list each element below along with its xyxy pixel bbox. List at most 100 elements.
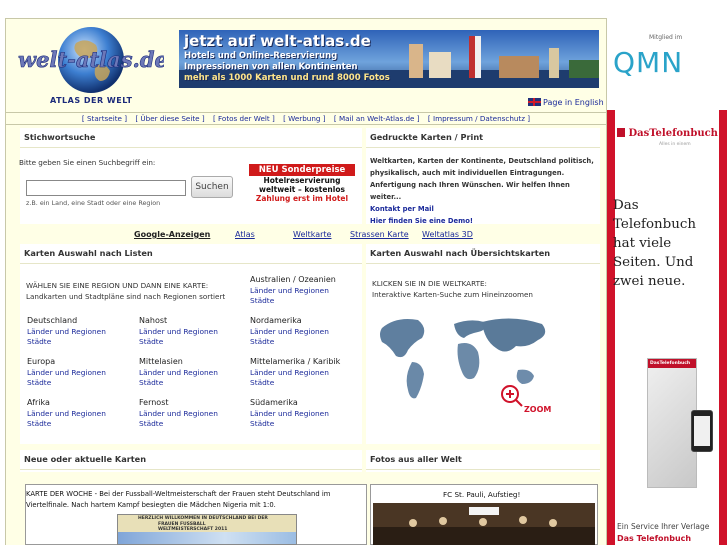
region-suedamerika: Südamerika Länder und Regionen Städte (250, 398, 329, 430)
region-staedte-link[interactable]: Städte (139, 419, 218, 430)
worldmap-intro-heading: KLICKEN SIE IN DIE WELTKARTE: (372, 279, 487, 288)
region-name: Südamerika (250, 398, 298, 407)
region-afrika: Afrika Länder und Regionen Städte (27, 398, 106, 430)
region-staedte-link[interactable]: Städte (250, 296, 336, 307)
header: welt-atlas.de ATLAS DER WELT jetzt auf w… (6, 19, 606, 111)
region-name: Mittelamerika / Karibik (250, 357, 341, 366)
ad-border-left (607, 110, 615, 545)
lists-intro: WÄHLEN SIE EINE REGION UND DANN EINE KAR… (26, 281, 225, 302)
region-staedte-link[interactable]: Städte (250, 419, 329, 430)
region-name: Europa (27, 357, 56, 366)
promo-tag: NEU Sonderpreise (249, 164, 355, 176)
search-input[interactable] (26, 180, 186, 196)
smartphone-screen (694, 416, 710, 446)
region-fernost: Fernost Länder und Regionen Städte (139, 398, 218, 430)
region-staedte-link[interactable]: Städte (27, 419, 106, 430)
tab-weltatlas-3d[interactable]: Weltatlas 3D (422, 230, 473, 239)
region-laender-link[interactable]: Länder und Regionen (250, 327, 329, 338)
banner-headline: jetzt auf welt-atlas.de (184, 32, 371, 50)
nav-werbung[interactable]: [ Werbung ] (283, 114, 325, 123)
promo-line-weltweit: weltweit – kostenlos (259, 185, 345, 194)
promo-line-zahlung: Zahlung erst im Hotel (255, 194, 349, 203)
ad-border-right (719, 110, 727, 545)
nav-impressum[interactable]: [ Impressum / Datenschutz ] (428, 114, 530, 123)
karte-der-woche-image[interactable]: HERZLICH WILLKOMMEN IN DEUTSCHLAND BEI D… (117, 514, 297, 545)
photo-caption: FC St. Pauli, Aufstieg! (443, 490, 521, 499)
region-laender-link[interactable]: Länder und Regionen (27, 368, 106, 379)
print-text: Weltkarten, Karten der Kontinente, Deuts… (370, 157, 594, 201)
search-hint: z.B. ein Land, eine Stadt oder eine Regi… (26, 199, 161, 207)
lists-intro-text: Landkarten und Stadtpläne sind nach Regi… (26, 291, 226, 301)
region-laender-link[interactable]: Länder und Regionen (139, 368, 218, 379)
telefonbuch-book-image: DasTelefonbuch (647, 358, 697, 488)
region-laender-link[interactable]: Länder und Regionen (27, 327, 106, 338)
region-europa: Europa Länder und Regionen Städte (27, 357, 106, 389)
region-staedte-link[interactable]: Städte (250, 337, 329, 348)
logo-subtitle: ATLAS DER WELT (50, 96, 133, 105)
news-section-title: Neue oder aktuelle Karten (20, 450, 362, 470)
region-staedte-link[interactable]: Städte (27, 378, 106, 389)
interactive-world-map[interactable]: ZOOM (372, 306, 562, 414)
logo-text: welt-atlas.de (18, 47, 164, 72)
member-label: Mitglied im (649, 34, 683, 41)
region-laender-link[interactable]: Länder und Regionen (250, 368, 340, 379)
tab-atlas[interactable]: Atlas (235, 230, 255, 239)
region-laender-link[interactable]: Länder und Regionen (250, 286, 336, 297)
tab-google-anzeigen[interactable]: Google-Anzeigen (134, 230, 210, 239)
fc-st-pauli-photo[interactable] (373, 503, 595, 545)
news-section: Neue oder aktuelle Karten (20, 450, 362, 472)
book-title: DasTelefonbuch (648, 359, 696, 368)
ad-content: DasTelefonbuch Alles in einem Das Telefo… (613, 110, 719, 545)
region-staedte-link[interactable]: Städte (27, 337, 106, 348)
banner-line-impressions: Impressionen von allen Kontinenten (184, 62, 358, 72)
qmn-member-ad[interactable]: Mitglied im QMN (607, 0, 727, 108)
telefonbuch-logo-icon (617, 128, 625, 137)
telefonbuch-headline: Das Telefonbuch hat viele Seiten. Und zw… (613, 198, 696, 289)
region-laender-link[interactable]: Länder und Regionen (250, 409, 329, 420)
region-laender-link[interactable]: Länder und Regionen (139, 409, 218, 420)
region-staedte-link[interactable]: Städte (139, 378, 218, 389)
google-tabs: Google-Anzeigen Atlas Weltkarte Strassen… (20, 230, 600, 242)
lists-section-title: Karten Auswahl nach Listen (20, 244, 362, 264)
region-name: Afrika (27, 398, 50, 407)
tab-strassen-karte[interactable]: Strassen Karte (350, 230, 409, 239)
zoom-label: ZOOM (524, 405, 551, 414)
region-staedte-link[interactable]: Städte (139, 337, 218, 348)
photos-section: Fotos aus aller Welt (366, 450, 600, 472)
welt-atlas-logo[interactable]: welt-atlas.de (14, 25, 164, 95)
print-section-title: Gedruckte Karten / Print (366, 128, 600, 148)
print-demo-link[interactable]: Hier finden Sie eine Demo! (370, 217, 473, 225)
search-label: Bitte geben Sie einen Suchbegriff ein: (19, 158, 156, 167)
tab-weltkarte[interactable]: Weltkarte (293, 230, 331, 239)
search-section-title: Stichwortsuche (20, 128, 362, 148)
region-staedte-link[interactable]: Städte (250, 378, 340, 389)
promo-line-hotelreservierung: Hotelreservierung (263, 176, 341, 185)
region-nahost: Nahost Länder und Regionen Städte (139, 316, 218, 348)
photos-section-title: Fotos aus aller Welt (366, 450, 600, 470)
region-laender-link[interactable]: Länder und Regionen (27, 409, 106, 420)
region-name: Australien / Ozeanien (250, 275, 336, 284)
uk-flag-icon (528, 98, 541, 106)
hotels-banner[interactable]: jetzt auf welt-atlas.de Hotels und Onlin… (179, 30, 599, 88)
nav-mail[interactable]: [ Mail an Welt-Atlas.de ] (334, 114, 420, 123)
region-deutschland: Deutschland Länder und Regionen Städte (27, 316, 106, 348)
english-page-link[interactable]: Page in English (528, 98, 604, 107)
region-laender-link[interactable]: Länder und Regionen (139, 327, 218, 338)
print-contact-link[interactable]: Kontakt per Mail (370, 205, 434, 213)
region-name: Mittelasien (139, 357, 183, 366)
search-button[interactable]: Suchen (191, 176, 233, 198)
hotel-promo-banner[interactable]: NEU Sonderpreise Hotelreservierung weltw… (249, 164, 355, 210)
qmn-logo: QMN (613, 46, 684, 79)
region-name: Deutschland (27, 316, 78, 325)
banner-line-hotels: Hotels und Online-Reservierung (184, 51, 338, 61)
smartphone-image (691, 410, 713, 452)
nav-startseite[interactable]: [ Startseite ] (82, 114, 127, 123)
top-navigation: [ Startseite ] [ Über diese Seite ] [ Fo… (6, 112, 606, 125)
nav-ueber-diese-seite[interactable]: [ Über diese Seite ] (135, 114, 204, 123)
worldmap-intro-text: Interaktive Karten-Suche zum Hineinzoome… (372, 290, 533, 299)
telefonbuch-ad[interactable]: DasTelefonbuch Alles in einem Das Telefo… (607, 110, 727, 545)
region-name: Nahost (139, 316, 168, 325)
nav-fotos-der-welt[interactable]: [ Fotos der Welt ] (213, 114, 275, 123)
telefonbuch-footer2: Das Telefonbuch (617, 534, 692, 543)
region-name: Nordamerika (250, 316, 302, 325)
